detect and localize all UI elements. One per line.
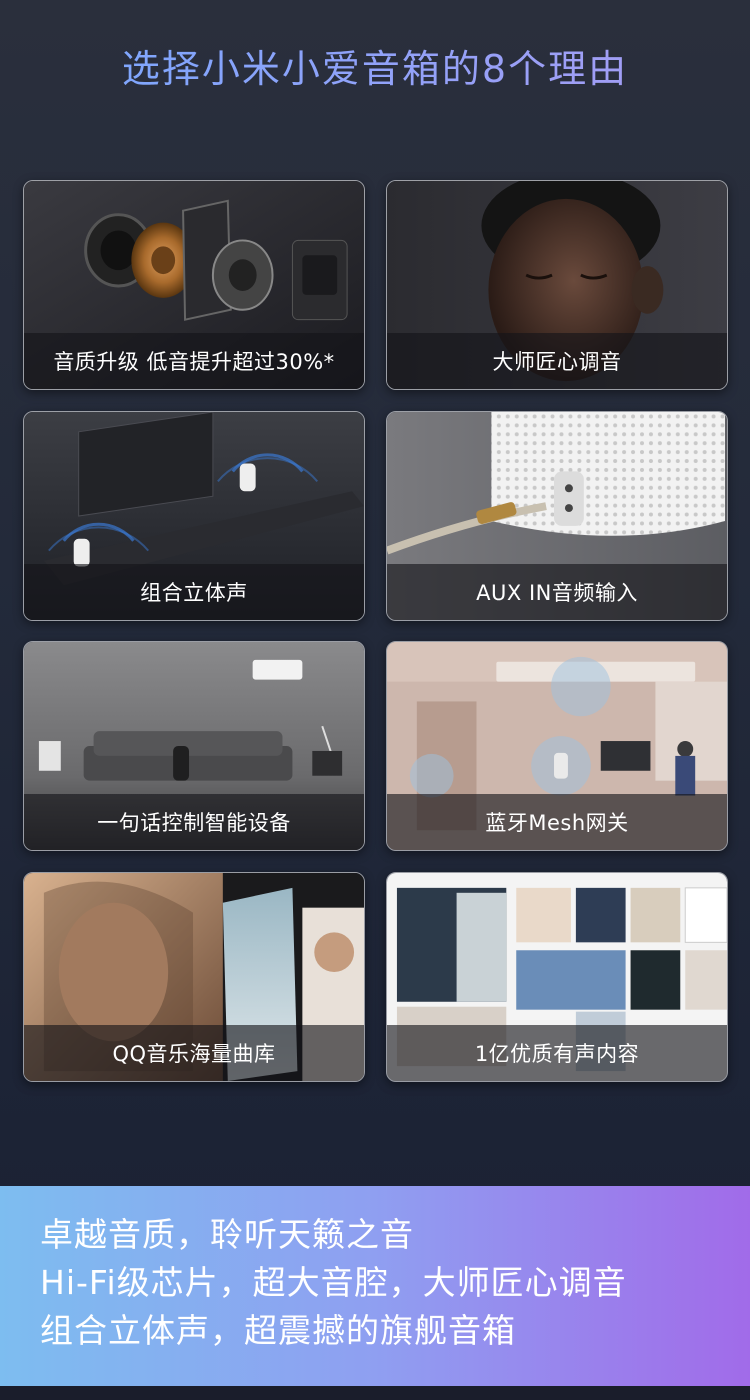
card-caption: 大师匠心调音 [492, 350, 622, 374]
card-audio-content[interactable]: 1亿优质有声内容 [386, 872, 728, 1082]
feature-banner: 卓越音质，聆听天籁之音 Hi-Fi级芯片，超大音腔，大师匠心调音 组合立体声，超… [0, 1186, 750, 1386]
reasons-grid: 音质升级 低音提升超过30%* 大师匠心调音 组合立体声 AUX IN音频输入 … [0, 0, 750, 1100]
card-caption: 音质升级 低音提升超过30%* [53, 350, 335, 374]
banner-line-1: 卓越音质，聆听天籁之音 [40, 1215, 414, 1254]
card-qq-music[interactable]: QQ音乐海量曲库 [23, 872, 365, 1082]
card-caption-bar: 一句话控制智能设备 [24, 794, 364, 850]
card-caption-bar: AUX IN音频输入 [387, 564, 727, 620]
card-caption-bar: 大师匠心调音 [387, 333, 727, 389]
card-caption-bar: 音质升级 低音提升超过30%* [24, 333, 364, 389]
card-voice-control[interactable]: 一句话控制智能设备 [23, 641, 365, 851]
card-stereo-pair[interactable]: 组合立体声 [23, 411, 365, 621]
card-caption-bar: 蓝牙Mesh网关 [387, 794, 727, 850]
bottom-strip [0, 1386, 750, 1400]
banner-line-3: 组合立体声，超震撼的旗舰音箱 [40, 1311, 516, 1350]
card-aux-in[interactable]: AUX IN音频输入 [386, 411, 728, 621]
card-caption: QQ音乐海量曲库 [112, 1042, 276, 1066]
card-caption: 组合立体声 [140, 581, 248, 605]
card-caption: 蓝牙Mesh网关 [485, 811, 629, 835]
card-caption-bar: 组合立体声 [24, 564, 364, 620]
card-caption-bar: 1亿优质有声内容 [387, 1025, 727, 1081]
card-caption-bar: QQ音乐海量曲库 [24, 1025, 364, 1081]
card-bass-upgrade[interactable]: 音质升级 低音提升超过30%* [23, 180, 365, 390]
card-caption: AUX IN音频输入 [476, 581, 638, 605]
card-master-tuning[interactable]: 大师匠心调音 [386, 180, 728, 390]
card-caption: 一句话控制智能设备 [97, 811, 291, 835]
banner-line-2: Hi-Fi级芯片，超大音腔，大师匠心调音 [40, 1263, 627, 1302]
card-caption: 1亿优质有声内容 [474, 1042, 640, 1066]
card-bluetooth-mesh[interactable]: 蓝牙Mesh网关 [386, 641, 728, 851]
